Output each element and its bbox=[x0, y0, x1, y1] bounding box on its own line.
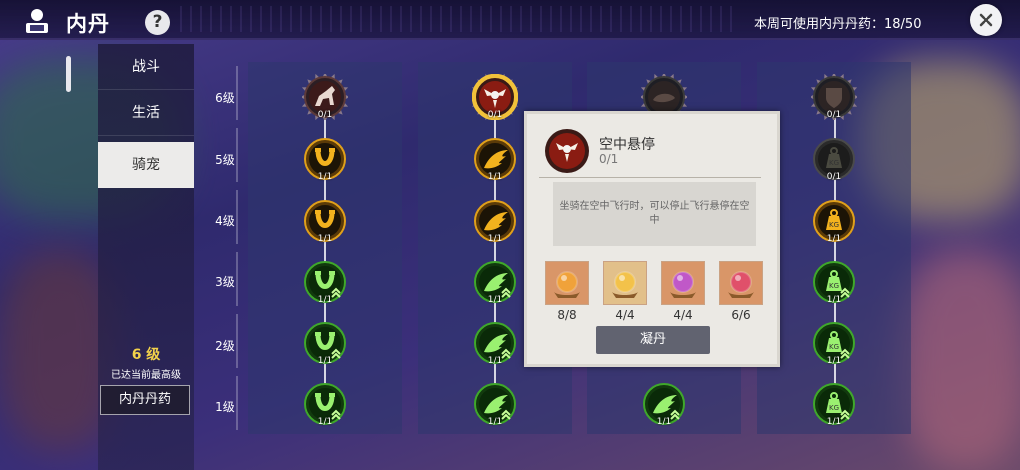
skill-node-count: 1/1 bbox=[826, 295, 842, 305]
level-label: 3级 bbox=[215, 275, 235, 289]
skill-node-count: 1/1 bbox=[826, 234, 842, 244]
skill-node-count: 0/1 bbox=[317, 110, 333, 120]
svg-text:KG: KG bbox=[829, 221, 839, 229]
skill-node-count: 1/1 bbox=[317, 356, 333, 366]
skill-node-count: 1/1 bbox=[317, 172, 333, 182]
material-count: 4/4 bbox=[673, 308, 693, 322]
level-divider bbox=[236, 376, 238, 430]
level-label: 6级 bbox=[215, 91, 235, 105]
scroll-indicator[interactable] bbox=[66, 56, 71, 92]
popup-divider bbox=[539, 177, 761, 178]
level-divider bbox=[236, 252, 238, 306]
tab-life[interactable]: 生活 bbox=[98, 90, 194, 136]
svg-text:KG: KG bbox=[829, 282, 839, 290]
tab-combat[interactable]: 战斗 bbox=[98, 44, 194, 90]
level-label: 5级 bbox=[215, 153, 235, 167]
material-count: 8/8 bbox=[557, 308, 577, 322]
tab-mount-pet[interactable]: 骑宠 bbox=[98, 142, 194, 188]
skill-node-count: 0/1 bbox=[487, 110, 503, 120]
help-button[interactable]: ? bbox=[145, 10, 170, 35]
inner-pill-medicine-button[interactable]: 内丹丹药 bbox=[100, 385, 190, 415]
skill-node-count: 1/1 bbox=[487, 295, 503, 305]
skill-node-count: 1/1 bbox=[656, 417, 672, 427]
level-divider bbox=[236, 190, 238, 244]
popup-description: 坐骑在空中飞行时，可以停止飞行悬停在空中 bbox=[553, 182, 756, 246]
level-divider bbox=[236, 314, 238, 368]
material-count: 4/4 bbox=[615, 308, 635, 322]
svg-text:KG: KG bbox=[829, 343, 839, 351]
skill-node-count: 0/1 bbox=[826, 172, 842, 182]
max-level-note: 已达当前最高级 bbox=[111, 370, 181, 381]
popup-skill-count: 0/1 bbox=[599, 152, 619, 166]
level-label: 2级 bbox=[215, 339, 235, 353]
material-slot[interactable] bbox=[545, 261, 589, 305]
skill-node-count: 1/1 bbox=[317, 295, 333, 305]
skill-node-count: 1/1 bbox=[826, 417, 842, 427]
level-divider bbox=[236, 128, 238, 182]
pill-material-icon bbox=[728, 271, 754, 298]
skill-node-count: 0/1 bbox=[826, 110, 842, 120]
header-pattern bbox=[180, 6, 740, 32]
hover-skill-icon bbox=[544, 128, 590, 174]
skill-node-count: 1/1 bbox=[487, 172, 503, 182]
level-label: 1级 bbox=[215, 400, 235, 414]
pill-material-icon bbox=[670, 271, 696, 298]
inner-pill-app-icon bbox=[22, 6, 52, 36]
skill-node-count: 1/1 bbox=[487, 417, 503, 427]
page-title: 内丹 bbox=[66, 12, 110, 36]
popup-skill-title: 空中悬停 bbox=[599, 137, 655, 153]
pill-material-icon bbox=[612, 271, 638, 298]
material-slot[interactable] bbox=[719, 261, 763, 305]
current-level: 6 级 bbox=[131, 347, 161, 363]
background-decoration bbox=[900, 250, 1020, 470]
weekly-usage-label: 本周可使用内丹丹药：18/50 bbox=[754, 17, 922, 32]
material-slot[interactable] bbox=[661, 261, 705, 305]
svg-text:KG: KG bbox=[829, 159, 839, 167]
skill-node-count: 1/1 bbox=[487, 234, 503, 244]
level-divider bbox=[236, 66, 238, 120]
close-button[interactable] bbox=[970, 4, 1002, 36]
material-slot[interactable] bbox=[603, 261, 647, 305]
pill-material-icon bbox=[554, 271, 580, 298]
close-icon bbox=[979, 13, 993, 27]
level-label: 4级 bbox=[215, 214, 235, 228]
skill-node-count: 1/1 bbox=[487, 356, 503, 366]
current-level-info: 6 级 已达当前最高级 bbox=[98, 344, 194, 381]
material-count: 6/6 bbox=[731, 308, 751, 322]
skill-node-count: 1/1 bbox=[826, 356, 842, 366]
skill-detail-popup: 空中悬停 0/1 坐骑在空中飞行时，可以停止飞行悬停在空中 8/8 4/4 4/… bbox=[524, 111, 780, 367]
condense-pill-button[interactable]: 凝丹 bbox=[596, 326, 710, 354]
skill-node-count: 1/1 bbox=[317, 234, 333, 244]
svg-text:KG: KG bbox=[829, 404, 839, 412]
skill-node-count: 1/1 bbox=[317, 417, 333, 427]
